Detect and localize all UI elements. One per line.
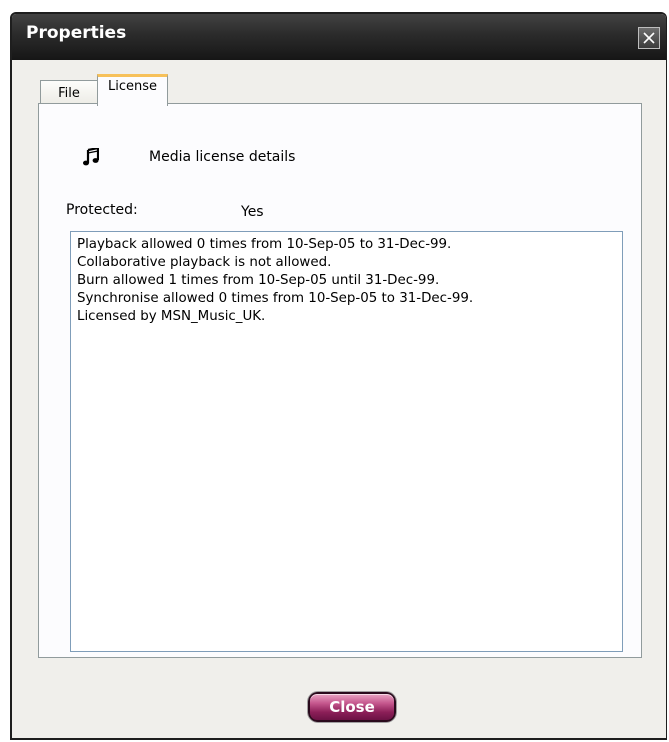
license-detail-line: Playback allowed 0 times from 10-Sep-05 … bbox=[77, 237, 452, 252]
tab-file[interactable]: File bbox=[40, 80, 98, 105]
window-close-button[interactable] bbox=[638, 27, 660, 49]
protected-value: Yes bbox=[241, 204, 264, 220]
license-detail-line: Synchronise allowed 0 times from 10-Sep-… bbox=[77, 291, 474, 306]
title-bar: Properties bbox=[12, 14, 666, 60]
music-note-icon bbox=[83, 146, 100, 170]
license-detail-line: Licensed by MSN_Music_UK. bbox=[77, 309, 266, 324]
close-icon bbox=[643, 32, 655, 44]
license-header: Media license details bbox=[149, 149, 296, 165]
license-detail-line: Burn allowed 1 times from 10-Sep-05 unti… bbox=[77, 273, 440, 288]
tab-license[interactable]: License bbox=[97, 74, 168, 106]
license-detail-line: Collaborative playback is not allowed. bbox=[77, 255, 332, 270]
protected-label: Protected: bbox=[66, 202, 138, 218]
license-panel: Media license details Protected: Yes Pla… bbox=[38, 103, 642, 658]
properties-dialog: Properties File License Media license de… bbox=[10, 12, 667, 740]
license-details-box[interactable]: Playback allowed 0 times from 10-Sep-05 … bbox=[70, 231, 623, 652]
close-button[interactable]: Close bbox=[307, 691, 397, 723]
window-title: Properties bbox=[26, 23, 127, 43]
